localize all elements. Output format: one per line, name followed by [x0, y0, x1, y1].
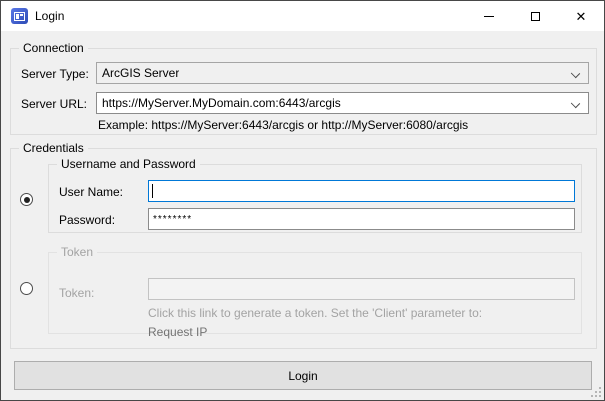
text-caret [152, 184, 153, 198]
login-dialog: Login ✕ Connection Server Type: ArcGIS S… [0, 0, 605, 401]
server-url-label: Server URL: [21, 97, 87, 111]
chevron-down-icon [571, 69, 580, 78]
user-name-input[interactable] [148, 180, 575, 202]
minimize-button[interactable] [466, 1, 512, 31]
server-url-example-text: Example: https://MyServer:6443/arcgis or… [98, 118, 468, 132]
server-url-value: https://MyServer.MyDomain.com:6443/arcgi… [102, 96, 341, 110]
connection-group-label: Connection [19, 41, 88, 55]
server-type-label: Server Type: [21, 67, 89, 81]
username-password-radio[interactable] [20, 193, 33, 206]
login-button[interactable]: Login [14, 361, 592, 390]
token-radio[interactable] [20, 282, 33, 295]
token-input[interactable] [148, 278, 575, 300]
token-label: Token: [59, 286, 94, 300]
password-input[interactable] [148, 208, 575, 230]
token-hint-text: Click this link to generate a token. Set… [148, 306, 482, 320]
close-button[interactable]: ✕ [558, 1, 604, 31]
credentials-group-label: Credentials [19, 141, 88, 155]
password-label: Password: [59, 213, 115, 227]
app-form-icon [11, 8, 28, 24]
window-title: Login [35, 1, 64, 31]
token-group-label: Token [57, 245, 97, 259]
server-type-value: ArcGIS Server [102, 66, 179, 80]
maximize-icon [531, 12, 540, 21]
user-name-label: User Name: [59, 185, 123, 199]
username-password-group-label: Username and Password [57, 157, 200, 171]
maximize-button[interactable] [512, 1, 558, 31]
login-button-label: Login [288, 369, 317, 383]
server-type-dropdown[interactable]: ArcGIS Server [96, 62, 589, 84]
chevron-down-icon [571, 99, 580, 108]
server-url-combobox[interactable]: https://MyServer.MyDomain.com:6443/arcgi… [96, 92, 589, 114]
titlebar[interactable]: Login ✕ [1, 1, 604, 31]
minimize-icon [484, 16, 494, 17]
request-ip-link[interactable]: Request IP [148, 325, 207, 339]
close-icon: ✕ [576, 10, 587, 23]
resize-grip-icon[interactable] [591, 387, 601, 397]
